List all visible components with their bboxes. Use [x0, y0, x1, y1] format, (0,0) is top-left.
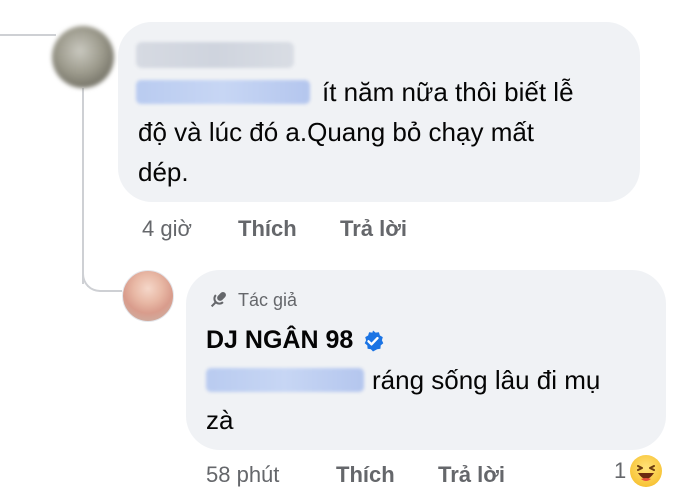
- reply-text-line-1: ráng sống lâu đi mụ: [372, 365, 601, 395]
- thread-line-top: [0, 34, 56, 36]
- microphone-icon: [206, 288, 230, 312]
- comment-text-line-2: độ và lúc đó a.Quang bỏ chạy mất: [138, 117, 535, 147]
- reply-text-line-2: zà: [206, 405, 234, 435]
- thread-line-curve: [82, 262, 122, 292]
- redacted-commenter-name[interactable]: [136, 42, 294, 68]
- reply-author[interactable]: DJ NGÂN 98: [206, 326, 385, 355]
- author-badge: Tác giả: [206, 288, 297, 312]
- comment-timestamp[interactable]: 4 giờ: [142, 216, 192, 242]
- reply-author-name[interactable]: DJ NGÂN 98: [206, 326, 353, 355]
- reply-avatar[interactable]: [122, 270, 174, 322]
- laughing-emoji-icon: [630, 455, 663, 487]
- comment-text-line-3: dép.: [138, 157, 189, 187]
- redacted-mention[interactable]: [136, 80, 310, 104]
- avatar[interactable]: [52, 26, 114, 88]
- author-badge-label: Tác giả: [238, 289, 298, 310]
- like-button[interactable]: Thích: [238, 216, 297, 242]
- redacted-mention[interactable]: [206, 368, 364, 392]
- reply-timestamp[interactable]: 58 phút: [206, 462, 279, 488]
- reaction-summary[interactable]: 1: [614, 455, 663, 487]
- reply-button[interactable]: Trả lời: [340, 216, 407, 242]
- reaction-count: 1: [614, 458, 627, 483]
- reply-like-button[interactable]: Thích: [336, 462, 395, 488]
- verified-badge-icon: [361, 329, 385, 353]
- comment-text-line-1: ít năm nữa thôi biết lễ: [322, 77, 574, 107]
- reply-reply-button[interactable]: Trả lời: [438, 462, 505, 488]
- thread-line-vertical: [82, 88, 84, 284]
